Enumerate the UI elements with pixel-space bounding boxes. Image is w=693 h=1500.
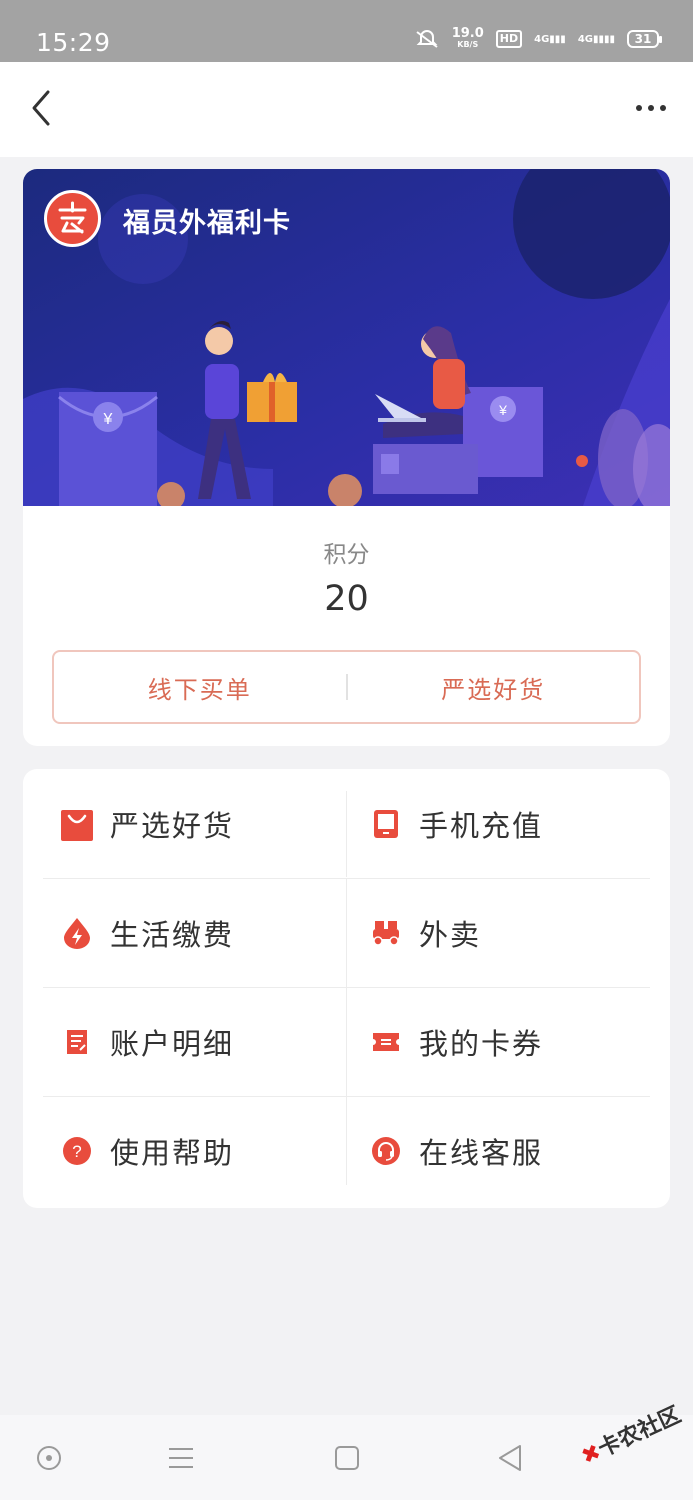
- status-bar: 15:29 19.0 KB/S HD 4G▮▮▮ 4G▮▮▮▮ 31: [0, 0, 693, 62]
- card-name: 福员外福利卡: [123, 208, 291, 239]
- menu-label: 账户明细: [110, 1026, 235, 1061]
- status-time: 15:29: [36, 28, 111, 57]
- home-button[interactable]: [330, 1441, 364, 1475]
- net2-label: 4G: [577, 33, 593, 45]
- menu-label: 生活缴费: [110, 917, 235, 952]
- hd-badge: HD: [495, 30, 523, 48]
- square-home-icon: [335, 1446, 359, 1470]
- bolt-drop-icon: [57, 913, 97, 953]
- welfare-card: ¥ ¥ 福员外福利卡 积分 20 线下买单 严选好货: [23, 169, 670, 746]
- battery-icon: 31: [627, 30, 662, 48]
- assistant-button[interactable]: [32, 1441, 66, 1475]
- menu-phone-recharge[interactable]: 手机充值: [346, 769, 649, 878]
- select-goods-button[interactable]: 严选好货: [348, 670, 640, 705]
- chevron-left-icon: [32, 90, 50, 126]
- service-menu: 严选好货 手机充值 生活缴费 外卖 账户明细 我的卡券 ? 使用帮助 在线客服: [23, 769, 670, 1208]
- menu-online-service[interactable]: 在线客服: [346, 1096, 649, 1205]
- svg-text:?: ?: [72, 1142, 81, 1161]
- menu-label: 在线客服: [419, 1135, 544, 1170]
- banner-illustration: ¥ ¥: [23, 169, 670, 506]
- help-icon: ?: [57, 1131, 97, 1171]
- more-horizontal-icon: [636, 105, 666, 111]
- triangle-back-icon: [499, 1445, 521, 1471]
- signal-2: 4G▮▮▮▮: [577, 33, 615, 45]
- menu-help[interactable]: ? 使用帮助: [43, 1096, 346, 1205]
- menu-takeout[interactable]: 外卖: [346, 878, 649, 987]
- offline-pay-button[interactable]: 线下买单: [54, 670, 346, 705]
- net1-label: 4G: [534, 33, 550, 45]
- system-back-button[interactable]: [494, 1441, 528, 1475]
- back-button[interactable]: [22, 86, 62, 130]
- menu-select-goods[interactable]: 严选好货: [43, 769, 346, 878]
- more-button[interactable]: [631, 88, 671, 128]
- menu-button[interactable]: [164, 1441, 198, 1475]
- network-speed: 19.0 KB/S: [452, 27, 484, 50]
- menu-account-details[interactable]: 账户明细: [43, 987, 346, 1096]
- svg-text:¥: ¥: [498, 402, 507, 418]
- document-icon: [57, 1022, 97, 1062]
- hamburger-icon: [169, 1448, 193, 1468]
- points-value: 20: [324, 579, 369, 619]
- fuyuanwai-logo-icon: [58, 201, 87, 234]
- assistant-circle-icon: [37, 1446, 61, 1470]
- menu-utility-bills[interactable]: 生活缴费: [43, 878, 346, 987]
- menu-label: 手机充值: [419, 808, 544, 843]
- menu-label: 使用帮助: [110, 1135, 235, 1170]
- menu-label: 我的卡券: [419, 1026, 544, 1061]
- signal-1: 4G▮▮▮: [534, 33, 566, 45]
- ticket-icon: [366, 1022, 406, 1062]
- menu-my-coupons[interactable]: 我的卡券: [346, 987, 649, 1096]
- svg-text:¥: ¥: [103, 411, 113, 428]
- status-icons: 19.0 KB/S HD 4G▮▮▮ 4G▮▮▮▮ 31: [414, 27, 662, 50]
- menu-label: 外卖: [419, 917, 482, 952]
- brand-logo: [44, 190, 101, 247]
- nav-bar: [0, 62, 693, 157]
- menu-label: 严选好货: [110, 808, 235, 843]
- phone-icon: [366, 804, 406, 844]
- card-banner: ¥ ¥ 福员外福利卡: [23, 169, 670, 506]
- service-grid: 严选好货 手机充值 生活缴费 外卖 账户明细 我的卡券 ? 使用帮助 在线客服: [43, 769, 650, 1208]
- points-label: 积分: [323, 542, 370, 568]
- card-actions: 线下买单 严选好货: [52, 650, 641, 724]
- headset-icon: [366, 1131, 406, 1171]
- mute-icon: [416, 29, 438, 48]
- shopping-bag-icon: [57, 804, 97, 844]
- scooter-icon: [366, 913, 406, 953]
